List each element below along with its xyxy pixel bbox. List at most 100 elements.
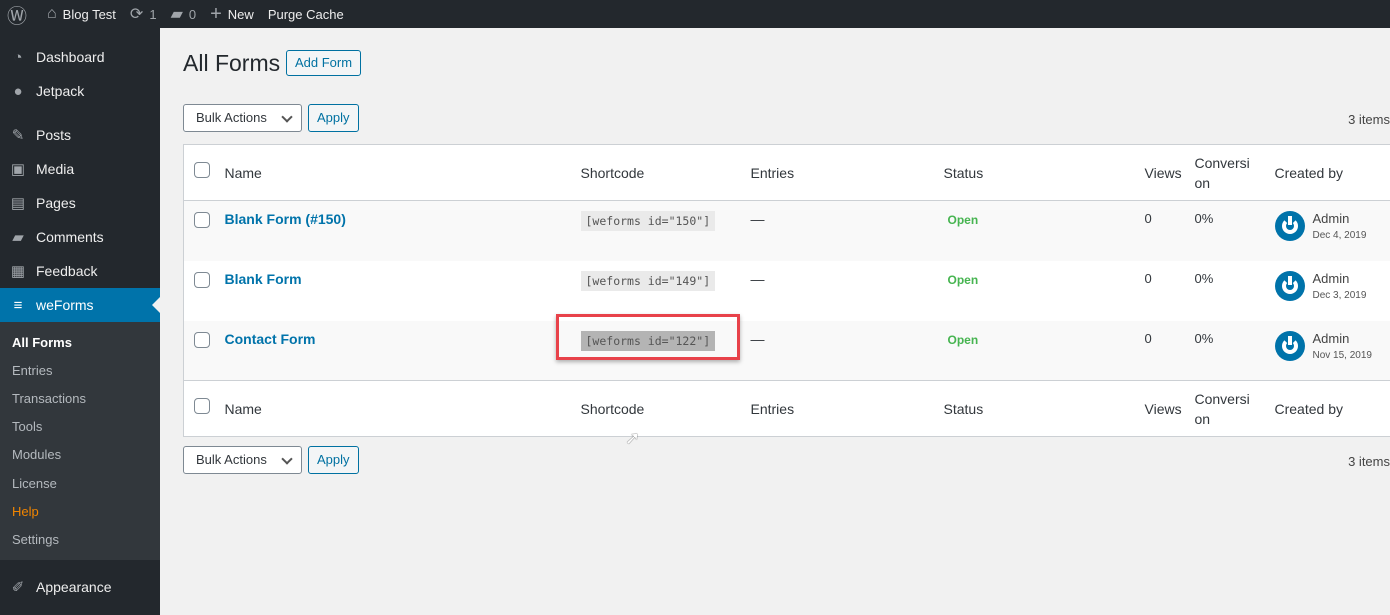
- site-link[interactable]: ⌂ Blog Test: [40, 0, 123, 28]
- conversion-value: 0%: [1194, 211, 1214, 226]
- created-date: Nov 15, 2019: [1312, 349, 1373, 361]
- views-value: 0: [1144, 270, 1152, 286]
- table-row: Blank Form [weforms id="149"] — Open 0 0…: [184, 261, 1390, 321]
- menu-label: Appearance: [36, 578, 112, 595]
- forms-table: Name Shortcode Entries Status Views Conv…: [183, 144, 1390, 437]
- comment-icon: ▰: [170, 6, 183, 23]
- items-count-bottom: 3 items: [1348, 454, 1390, 469]
- form-name-link[interactable]: Contact Form: [225, 331, 316, 347]
- status-badge: Open: [947, 272, 979, 287]
- apply-button-top[interactable]: Apply: [308, 104, 359, 132]
- comment-icon: ▰: [12, 229, 24, 246]
- col-shortcode: Shortcode: [580, 164, 645, 181]
- submenu-transactions[interactable]: Transactions: [0, 384, 160, 412]
- select-all-checkbox-bottom[interactable]: [194, 398, 210, 414]
- submenu-entries[interactable]: Entries: [0, 356, 160, 384]
- admin-sidebar: ◔ Dashboard ● Jetpack ✎ Posts ▣ Media ▤ Pages…: [0, 28, 160, 615]
- weforms-icon: ≡: [13, 296, 23, 314]
- col-created-by: Created by: [1274, 400, 1343, 417]
- updates-link[interactable]: ⟳ 1: [123, 0, 164, 28]
- status-badge: Open: [947, 213, 979, 227]
- row-checkbox[interactable]: [194, 271, 210, 288]
- row-checkbox[interactable]: [194, 212, 210, 228]
- menu-jetpack[interactable]: ● Jetpack: [0, 74, 160, 108]
- shortcode[interactable]: [weforms id="150"]: [580, 211, 716, 231]
- plus-icon: +: [210, 2, 222, 25]
- col-entries: Entries: [750, 164, 795, 181]
- comments-link[interactable]: ▰ 0: [164, 0, 204, 28]
- conversion-value: 0%: [1194, 330, 1214, 346]
- entries-value: —: [750, 211, 765, 227]
- apply-button-bottom[interactable]: Apply: [308, 446, 359, 474]
- menu-pages[interactable]: ▤ Pages: [0, 186, 160, 220]
- author-name: Admin: [1312, 330, 1350, 346]
- refresh-icon: ⟳: [129, 6, 144, 23]
- author-name: Admin: [1312, 270, 1350, 286]
- site-name: Blog Test: [62, 6, 116, 22]
- col-name[interactable]: Name: [225, 381, 581, 437]
- mouse-cursor-icon: ➚: [625, 428, 641, 448]
- bulk-actions-select-bottom[interactable]: Bulk Actions: [183, 446, 302, 474]
- col-conversion: Conversion: [1194, 390, 1250, 427]
- col-views: Views: [1144, 164, 1182, 181]
- comments-count: 0: [188, 6, 197, 22]
- submenu-help[interactable]: Help: [0, 497, 160, 525]
- home-icon: ⌂: [47, 5, 57, 22]
- menu-label: Jetpack: [36, 83, 85, 99]
- purge-cache-link[interactable]: Purge Cache: [261, 0, 351, 28]
- menu-feedback[interactable]: ▦ Feedback: [0, 254, 160, 288]
- menu-media[interactable]: ▣ Media: [0, 152, 160, 186]
- col-views: Views: [1144, 400, 1182, 417]
- menu-dashboard[interactable]: ◔ Dashboard: [0, 40, 160, 74]
- submenu-settings[interactable]: Settings: [0, 525, 160, 553]
- highlight-box: [556, 314, 740, 360]
- table-row: Blank Form (#150) [weforms id="150"] — O…: [183, 200, 1390, 261]
- pages-icon: ▤: [10, 195, 26, 212]
- add-form-button[interactable]: Add Form: [286, 50, 362, 76]
- menu-posts[interactable]: ✎ Posts: [0, 118, 160, 152]
- menu-label: Media: [36, 161, 75, 177]
- menu-label: Pages: [36, 195, 76, 211]
- new-label: New: [227, 6, 254, 22]
- form-name-link[interactable]: Blank Form: [225, 271, 302, 287]
- row-checkbox[interactable]: [194, 331, 210, 348]
- updates-count: 1: [149, 6, 157, 22]
- page-title: All Forms: [183, 50, 281, 76]
- menu-weforms[interactable]: ≡ weForms: [0, 288, 160, 322]
- table-footer: Name Shortcode Entries Status Views Conv…: [183, 380, 1390, 437]
- weforms-submenu: All Forms Entries Transactions Tools Mod…: [0, 322, 160, 560]
- dashboard-icon: ◔: [13, 48, 23, 66]
- select-all-checkbox[interactable]: [194, 162, 210, 178]
- table-header: Name Shortcode Entries Status Views Conv…: [183, 145, 1390, 201]
- menu-label: weForms: [36, 297, 94, 313]
- pin-icon: ✎: [11, 127, 25, 144]
- author-name: Admin: [1312, 211, 1350, 226]
- col-status: Status: [943, 400, 984, 417]
- avatar: [1274, 330, 1305, 361]
- col-name[interactable]: Name: [225, 145, 581, 201]
- table-row: Contact Form [weforms id="122"] — Open 0…: [183, 320, 1390, 381]
- col-shortcode: Shortcode: [580, 400, 645, 417]
- submenu-tools[interactable]: Tools: [0, 413, 160, 441]
- form-name-link[interactable]: Blank Form (#150): [225, 211, 346, 227]
- entries-value: —: [750, 270, 765, 287]
- submenu-modules[interactable]: Modules: [0, 441, 160, 469]
- menu-comments[interactable]: ▰ Comments: [0, 220, 160, 254]
- menu-label: Dashboard: [36, 49, 105, 65]
- new-link[interactable]: + New: [203, 0, 261, 28]
- wordpress-logo[interactable]: Ⓦ: [0, 0, 40, 28]
- menu-appearance[interactable]: ✐ Appearance: [0, 570, 160, 604]
- submenu-all-forms[interactable]: All Forms: [0, 328, 160, 356]
- wordpress-icon: Ⓦ: [7, 5, 27, 28]
- purge-label: Purge Cache: [267, 6, 344, 22]
- status-badge: Open: [947, 332, 979, 347]
- admin-bar: Ⓦ ⌂ Blog Test ⟳ 1 ▰ 0 + New Purge Cache: [0, 0, 1390, 28]
- menu-label: Posts: [36, 127, 72, 143]
- menu-label: Comments: [36, 229, 104, 245]
- submenu-license[interactable]: License: [0, 469, 160, 497]
- bulk-actions-select-top[interactable]: Bulk Actions: [183, 104, 302, 132]
- col-entries: Entries: [750, 400, 795, 417]
- shortcode[interactable]: [weforms id="149"]: [580, 270, 716, 291]
- conversion-value: 0%: [1194, 270, 1214, 286]
- col-status: Status: [943, 164, 984, 181]
